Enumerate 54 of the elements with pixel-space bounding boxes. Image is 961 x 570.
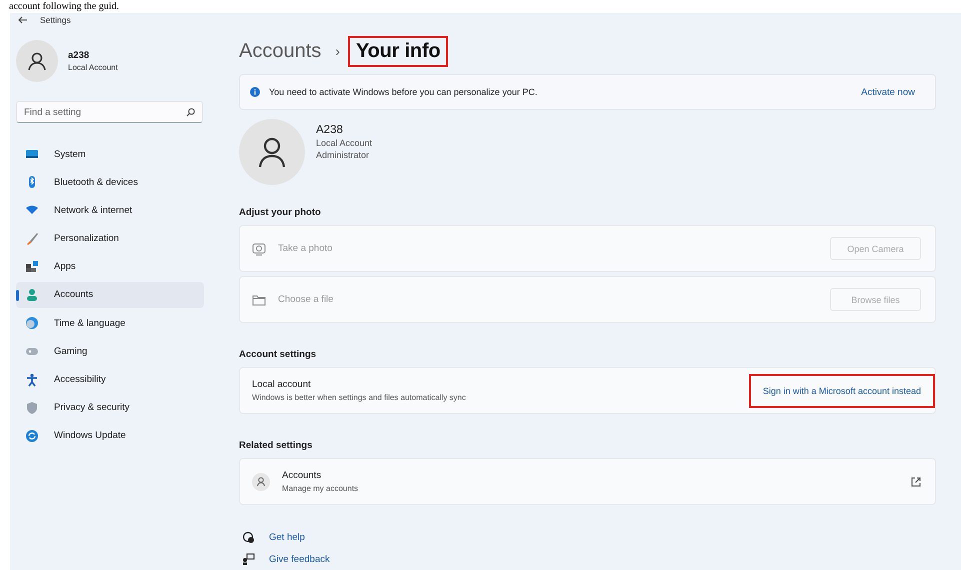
card-description: Windows is better when settings and files automatically sync: [252, 393, 467, 402]
refresh-icon: [25, 428, 39, 443]
sidebar-item[interactable]: Bluetooth & devices: [16, 169, 204, 196]
person-icon: [257, 136, 287, 168]
feedback-link[interactable]: Give feedback: [269, 554, 330, 564]
document-text: account following the guid.: [9, 0, 119, 13]
card-description: Manage my accounts: [282, 484, 360, 493]
section-heading: Related settings: [239, 440, 314, 451]
card-title: Choose a file: [278, 294, 334, 305]
sidebar-item[interactable]: Privacy & security: [16, 394, 204, 421]
section-heading: Account settings: [239, 349, 318, 360]
globe-icon: [25, 316, 39, 330]
back-arrow-icon: [18, 16, 28, 24]
sidebar-item[interactable]: Personalization: [16, 226, 204, 252]
card-title: Take a photo: [278, 243, 334, 254]
breadcrumb-separator: ›: [335, 43, 340, 59]
brush-icon: [25, 232, 39, 246]
person-icon: [25, 288, 39, 302]
account-type: Local Account: [316, 138, 372, 148]
search-field[interactable]: Find a setting: [16, 101, 203, 123]
sidebar-item[interactable]: Accounts: [16, 282, 204, 308]
feedback-icon: [242, 552, 254, 566]
sidebar-item[interactable]: Accessibility: [16, 366, 204, 392]
account-type: Local Account: [68, 63, 118, 72]
sidebar-item[interactable]: System: [16, 141, 204, 167]
page-title: Your info: [348, 36, 448, 66]
window-title: Settings: [40, 14, 71, 24]
section-heading: Adjust your photo: [239, 207, 322, 218]
sign-in-link[interactable]: Sign in with a Microsoft account instead: [748, 374, 935, 408]
activate-link[interactable]: Activate now: [861, 86, 915, 98]
profile-name: A238: [316, 124, 344, 136]
banner-message: You need to activate Windows before you can personalize your PC.: [269, 87, 538, 97]
sidebar-item[interactable]: Gaming: [16, 338, 204, 364]
sidebar-item[interactable]: Network & internet: [16, 197, 204, 224]
sidebar-item[interactable]: Time & language: [16, 310, 204, 336]
card-title: Accounts: [282, 470, 322, 481]
breadcrumb-link[interactable]: Accounts: [239, 38, 328, 64]
person-icon: [252, 472, 270, 490]
sidebar-item[interactable]: Apps: [16, 254, 204, 280]
account-role: Administrator: [316, 150, 370, 160]
person-icon: [27, 51, 47, 71]
user-name: a238: [68, 50, 90, 61]
external-link-icon: [911, 476, 921, 486]
sidebar-item[interactable]: Windows Update: [16, 422, 204, 449]
info-icon: [250, 87, 260, 97]
camera-icon: [252, 242, 266, 256]
help-link[interactable]: Get help: [269, 532, 305, 542]
search-icon: [186, 108, 195, 117]
accessibility-icon: [25, 372, 39, 386]
folder-icon: [252, 292, 266, 306]
monitor-icon: [25, 147, 39, 161]
apps-icon: [25, 260, 39, 274]
shield-icon: [25, 400, 39, 415]
card-title: Local account: [252, 379, 312, 390]
